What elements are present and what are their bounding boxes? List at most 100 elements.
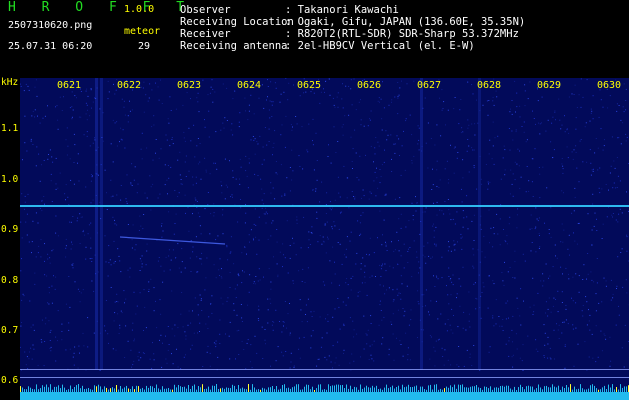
noise-dot <box>205 171 207 173</box>
noise-dot <box>127 121 129 123</box>
noise-dot <box>104 169 106 171</box>
noise-dot <box>448 276 450 277</box>
noise-dot <box>167 118 169 120</box>
noise-dot <box>72 267 74 269</box>
noise-dot <box>492 121 494 123</box>
noise-dot <box>65 247 67 249</box>
noise-dot <box>271 222 273 224</box>
noise-dot <box>373 252 375 254</box>
noise-dot <box>538 122 539 124</box>
noise-dot <box>373 161 374 163</box>
noise-dot <box>57 340 58 342</box>
noise-dot <box>232 170 234 172</box>
level-bar <box>448 387 449 392</box>
level-bar <box>554 386 555 392</box>
noise-dot <box>248 234 250 236</box>
noise-dot <box>349 240 351 242</box>
noise-dot <box>250 139 252 141</box>
noise-dot <box>622 122 624 124</box>
noise-dot <box>288 82 290 84</box>
noise-dot <box>215 162 216 164</box>
noise-dot <box>72 264 74 266</box>
noise-dot <box>313 92 315 94</box>
noise-dot <box>130 183 132 185</box>
noise-dot <box>265 222 267 224</box>
noise-dot <box>344 115 346 117</box>
noise-dot <box>566 129 568 131</box>
level-bar <box>314 390 315 392</box>
noise-dot <box>323 88 324 90</box>
noise-dot <box>462 327 464 329</box>
noise-dot <box>272 220 274 222</box>
noise-dot <box>467 127 469 129</box>
level-bar <box>128 388 129 392</box>
noise-dot <box>236 284 238 286</box>
noise-dot <box>550 236 552 238</box>
noise-dot <box>248 162 250 164</box>
noise-dot <box>78 345 80 347</box>
noise-dot <box>328 355 330 357</box>
noise-dot <box>185 335 187 337</box>
noise-dot <box>560 266 562 268</box>
noise-dot <box>124 147 126 149</box>
noise-dot <box>401 145 403 147</box>
noise-dot <box>271 104 273 106</box>
level-bar <box>388 388 389 392</box>
noise-dot <box>394 96 396 98</box>
noise-dot <box>30 347 32 349</box>
noise-dot <box>153 353 155 355</box>
noise-dot <box>610 165 612 167</box>
level-bar <box>34 389 35 392</box>
noise-dot <box>350 277 352 279</box>
noise-dot <box>541 122 542 124</box>
noise-dot <box>572 158 574 160</box>
noise-dot <box>492 100 494 102</box>
noise-dot <box>586 161 588 163</box>
noise-dot <box>303 336 305 338</box>
noise-dot <box>553 149 555 151</box>
noise-dot <box>156 327 158 329</box>
noise-dot <box>151 126 153 128</box>
noise-dot <box>398 292 400 294</box>
noise-dot <box>265 211 267 213</box>
noise-dot <box>600 330 602 332</box>
noise-dot <box>535 207 537 209</box>
noise-dot <box>457 241 458 243</box>
noise-dot <box>190 240 192 242</box>
noise-dot <box>197 138 199 139</box>
noise-dot <box>473 240 475 241</box>
noise-dot <box>244 97 246 99</box>
noise-dot <box>434 350 436 352</box>
noise-dot <box>562 241 564 243</box>
noise-dot <box>86 119 88 121</box>
noise-dot <box>517 208 519 210</box>
noise-dot <box>143 330 144 331</box>
noise-dot <box>47 258 49 260</box>
noise-dot <box>557 311 559 313</box>
noise-dot <box>539 235 540 236</box>
noise-dot <box>461 188 462 190</box>
noise-dot <box>461 248 463 250</box>
noise-dot <box>359 222 361 224</box>
noise-dot <box>104 330 106 332</box>
noise-dot <box>44 274 46 276</box>
level-bar <box>576 389 577 392</box>
level-bar <box>94 385 95 392</box>
noise-dot <box>270 235 272 237</box>
vertical-streak <box>95 78 98 370</box>
noise-dot <box>31 358 33 360</box>
noise-dot <box>146 243 148 245</box>
noise-dot <box>407 251 409 252</box>
noise-dot <box>588 309 589 311</box>
noise-dot <box>514 179 516 181</box>
level-bar <box>412 387 413 392</box>
noise-dot <box>238 121 240 123</box>
noise-dot <box>488 351 490 353</box>
noise-dot <box>168 249 170 251</box>
noise-dot <box>383 107 385 109</box>
noise-dot <box>188 230 190 232</box>
noise-dot <box>182 326 184 328</box>
noise-dot <box>621 248 623 250</box>
noise-dot <box>319 235 321 237</box>
noise-dot <box>476 188 478 190</box>
